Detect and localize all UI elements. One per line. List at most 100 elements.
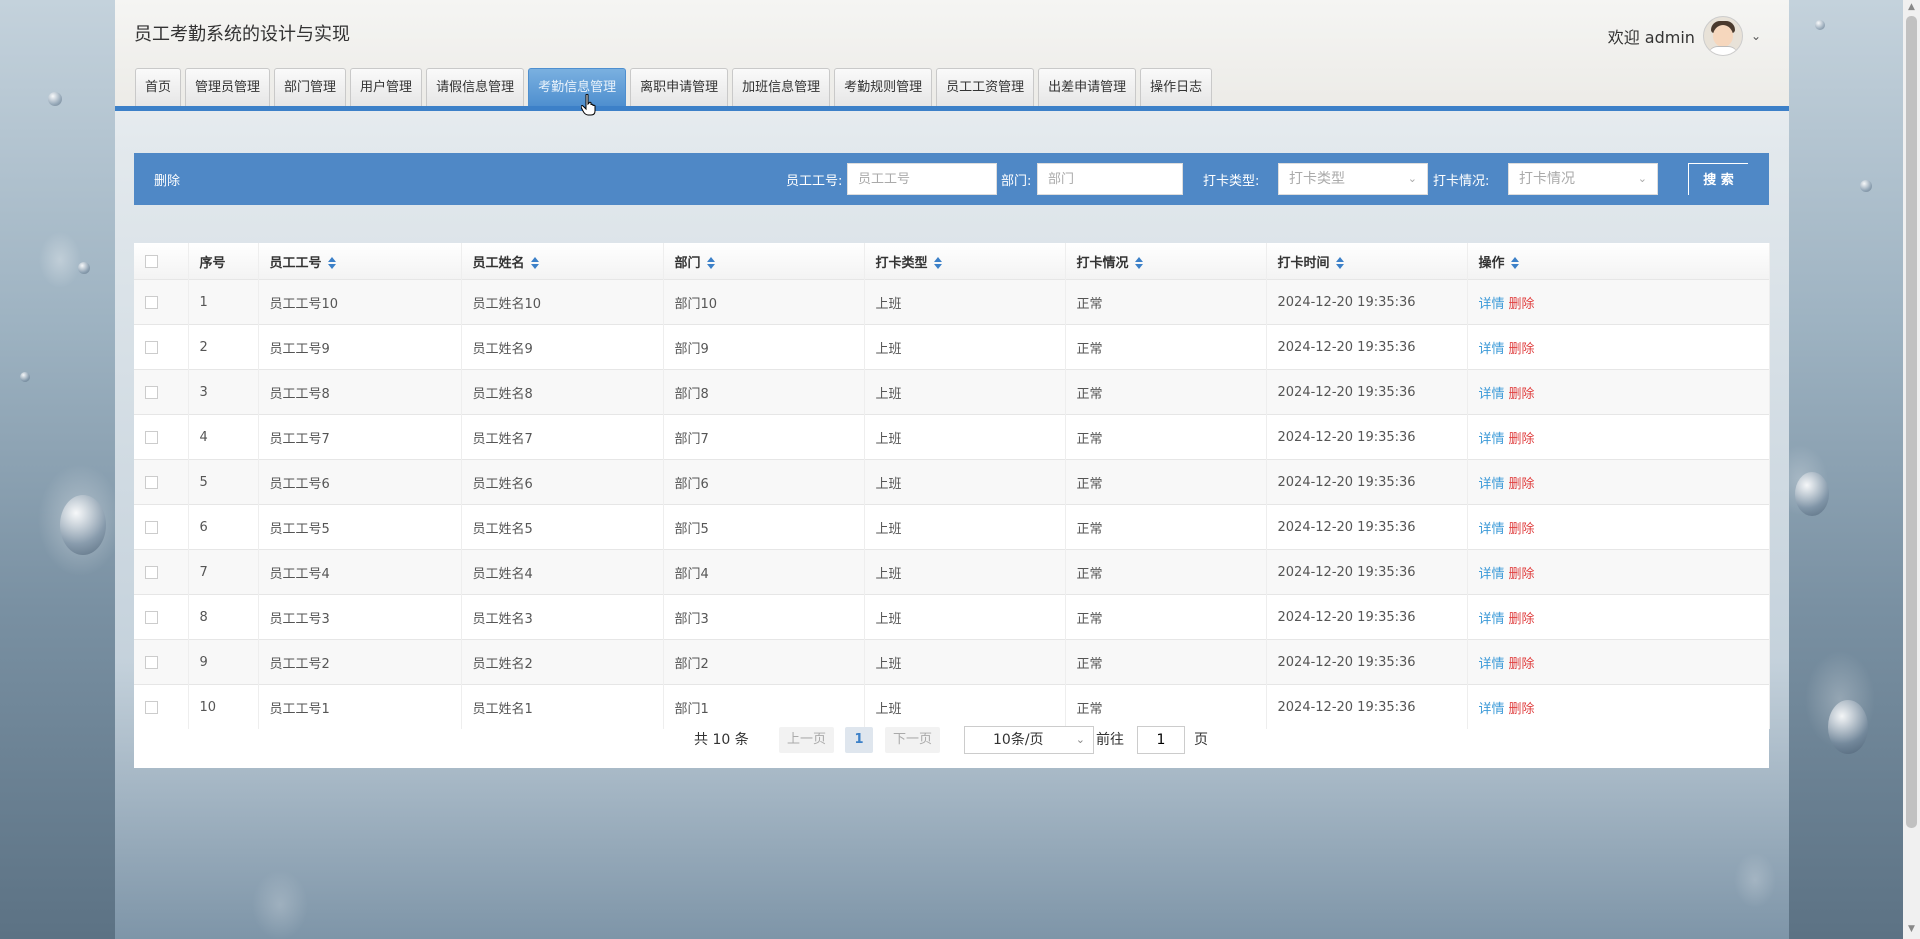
cell-emp-no: 员工工号7 [258,414,462,460]
delete-link[interactable]: 删除 [1509,432,1535,447]
nav-divider [115,106,1789,111]
scroll-up-icon[interactable]: ▲ [1906,2,1917,14]
delete-link[interactable]: 删除 [1509,657,1535,672]
chevron-down-icon[interactable]: ⌄ [1751,29,1761,43]
user-menu[interactable]: 欢迎 admin ⌄ [1608,16,1761,56]
sort-icon[interactable] [327,257,336,269]
column-header: 序号 [188,243,259,280]
cell-time: 2024-12-20 19:35:36 [1266,279,1468,325]
nav-tab[interactable]: 加班信息管理 [732,68,831,106]
table-row: 3 员工工号8 员工姓名8 部门8 上班 正常 2024-12-20 19:35:36 详情删… [134,369,1770,415]
sort-icon[interactable] [530,257,539,269]
nav-tab[interactable]: 操作日志 [1140,68,1213,106]
delete-link[interactable]: 删除 [1509,567,1535,582]
detail-link[interactable]: 详情 [1479,522,1505,537]
delete-link[interactable]: 删除 [1509,612,1535,627]
cell-no: 7 [188,549,259,595]
detail-link[interactable]: 详情 [1479,432,1505,447]
current-page[interactable]: 1 [845,727,873,753]
app-title: 员工考勤系统的设计与实现 [134,24,350,45]
row-checkbox[interactable] [145,520,158,534]
column-header-label: 打卡时间 [1277,255,1330,271]
pagination: 共 10 条 上一页 1 下一页 10条/页 ⌄ 前往 页 [134,723,1769,755]
prev-page-button[interactable]: 上一页 [779,727,834,753]
mouse-cursor-icon [581,94,596,116]
bulk-delete-button[interactable]: 删除 [154,170,180,189]
row-checkbox[interactable] [145,655,158,669]
emp-no-input[interactable] [847,163,997,195]
nav-tab[interactable]: 管理员管理 [185,68,271,106]
column-header[interactable]: 部门 [663,243,865,280]
detail-link[interactable]: 详情 [1479,297,1505,312]
column-header[interactable]: 员工姓名 [461,243,664,280]
row-checkbox[interactable] [145,385,158,399]
nav-tab[interactable]: 考勤规则管理 [834,68,933,106]
row-checkbox[interactable] [145,295,158,309]
row-checkbox[interactable] [145,340,158,354]
column-header-label: 部门 [674,255,701,271]
detail-link[interactable]: 详情 [1479,612,1505,627]
nav-tab[interactable]: 部门管理 [274,68,347,106]
column-header[interactable]: 打卡时间 [1266,243,1468,280]
sort-icon[interactable] [706,257,715,269]
column-header-label: 打卡情况 [1076,255,1129,271]
cell-name: 员工姓名10 [461,279,664,325]
detail-link[interactable]: 详情 [1479,702,1505,717]
detail-link[interactable]: 详情 [1479,567,1505,582]
sort-icon[interactable] [1510,257,1519,269]
cell-emp-no: 员工工号4 [258,549,462,595]
row-checkbox[interactable] [145,475,158,489]
cell-dept: 部门8 [663,369,865,415]
delete-link[interactable]: 删除 [1509,342,1535,357]
goto-page-input[interactable] [1137,726,1185,754]
select-all-checkbox[interactable] [145,254,158,268]
delete-link[interactable]: 删除 [1509,702,1535,717]
delete-link[interactable]: 删除 [1509,297,1535,312]
detail-link[interactable]: 详情 [1479,387,1505,402]
dept-input[interactable] [1037,163,1183,195]
delete-link[interactable]: 删除 [1509,387,1535,402]
nav-tab[interactable]: 首页 [135,68,182,106]
delete-link[interactable]: 删除 [1509,477,1535,492]
sort-icon[interactable] [1134,257,1143,269]
scroll-down-icon[interactable]: ▼ [1906,924,1917,936]
page-size-select[interactable]: 10条/页 ⌄ [964,726,1094,754]
row-checkbox[interactable] [145,430,158,444]
detail-link[interactable]: 详情 [1479,342,1505,357]
delete-link[interactable]: 删除 [1509,522,1535,537]
sort-icon[interactable] [933,257,942,269]
emp-no-label: 员工工号: [786,174,843,189]
scroll-thumb[interactable] [1906,16,1917,828]
cell-type: 上班 [864,504,1066,550]
punch-type-select[interactable]: 打卡类型 ⌄ [1278,163,1428,195]
detail-link[interactable]: 详情 [1479,657,1505,672]
cell-type: 上班 [864,369,1066,415]
page-scrollbar[interactable]: ▲ ▼ [1903,0,1920,939]
cell-actions: 详情 删除 [1467,459,1770,505]
nav-tab[interactable]: 员工工资管理 [936,68,1035,106]
row-checkbox[interactable] [145,700,158,714]
next-page-button[interactable]: 下一页 [885,727,940,753]
row-checkbox[interactable] [145,565,158,579]
column-header[interactable]: 打卡情况 [1065,243,1267,280]
nav-tab[interactable]: 用户管理 [350,68,423,106]
detail-link[interactable]: 详情 [1479,477,1505,492]
column-header[interactable]: 打卡类型 [864,243,1066,280]
column-header[interactable]: 操作 [1467,243,1770,280]
search-button[interactable]: 搜 索 [1688,163,1748,195]
background-drop [60,495,106,555]
nav-tab[interactable]: 考勤信息管理 [528,68,627,106]
table-row: 8 员工工号3 员工姓名3 部门3 上班 正常 2024-12-20 19:35:36 详情删… [134,594,1770,640]
background-drop [48,92,62,106]
nav-tab[interactable]: 出差申请管理 [1038,68,1137,106]
column-header[interactable]: 员工工号 [258,243,462,280]
nav-tab[interactable]: 请假信息管理 [426,68,525,106]
avatar[interactable] [1702,16,1743,56]
sort-icon[interactable] [1335,257,1344,269]
row-select-cell [134,459,189,505]
table-row: 5 员工工号6 员工姓名6 部门6 上班 正常 2024-12-20 19:35:36 详情删… [134,459,1770,505]
punch-status-select[interactable]: 打卡情况 ⌄ [1508,163,1658,195]
cell-name: 员工姓名3 [461,594,664,640]
nav-tab[interactable]: 离职申请管理 [630,68,729,106]
row-checkbox[interactable] [145,610,158,624]
